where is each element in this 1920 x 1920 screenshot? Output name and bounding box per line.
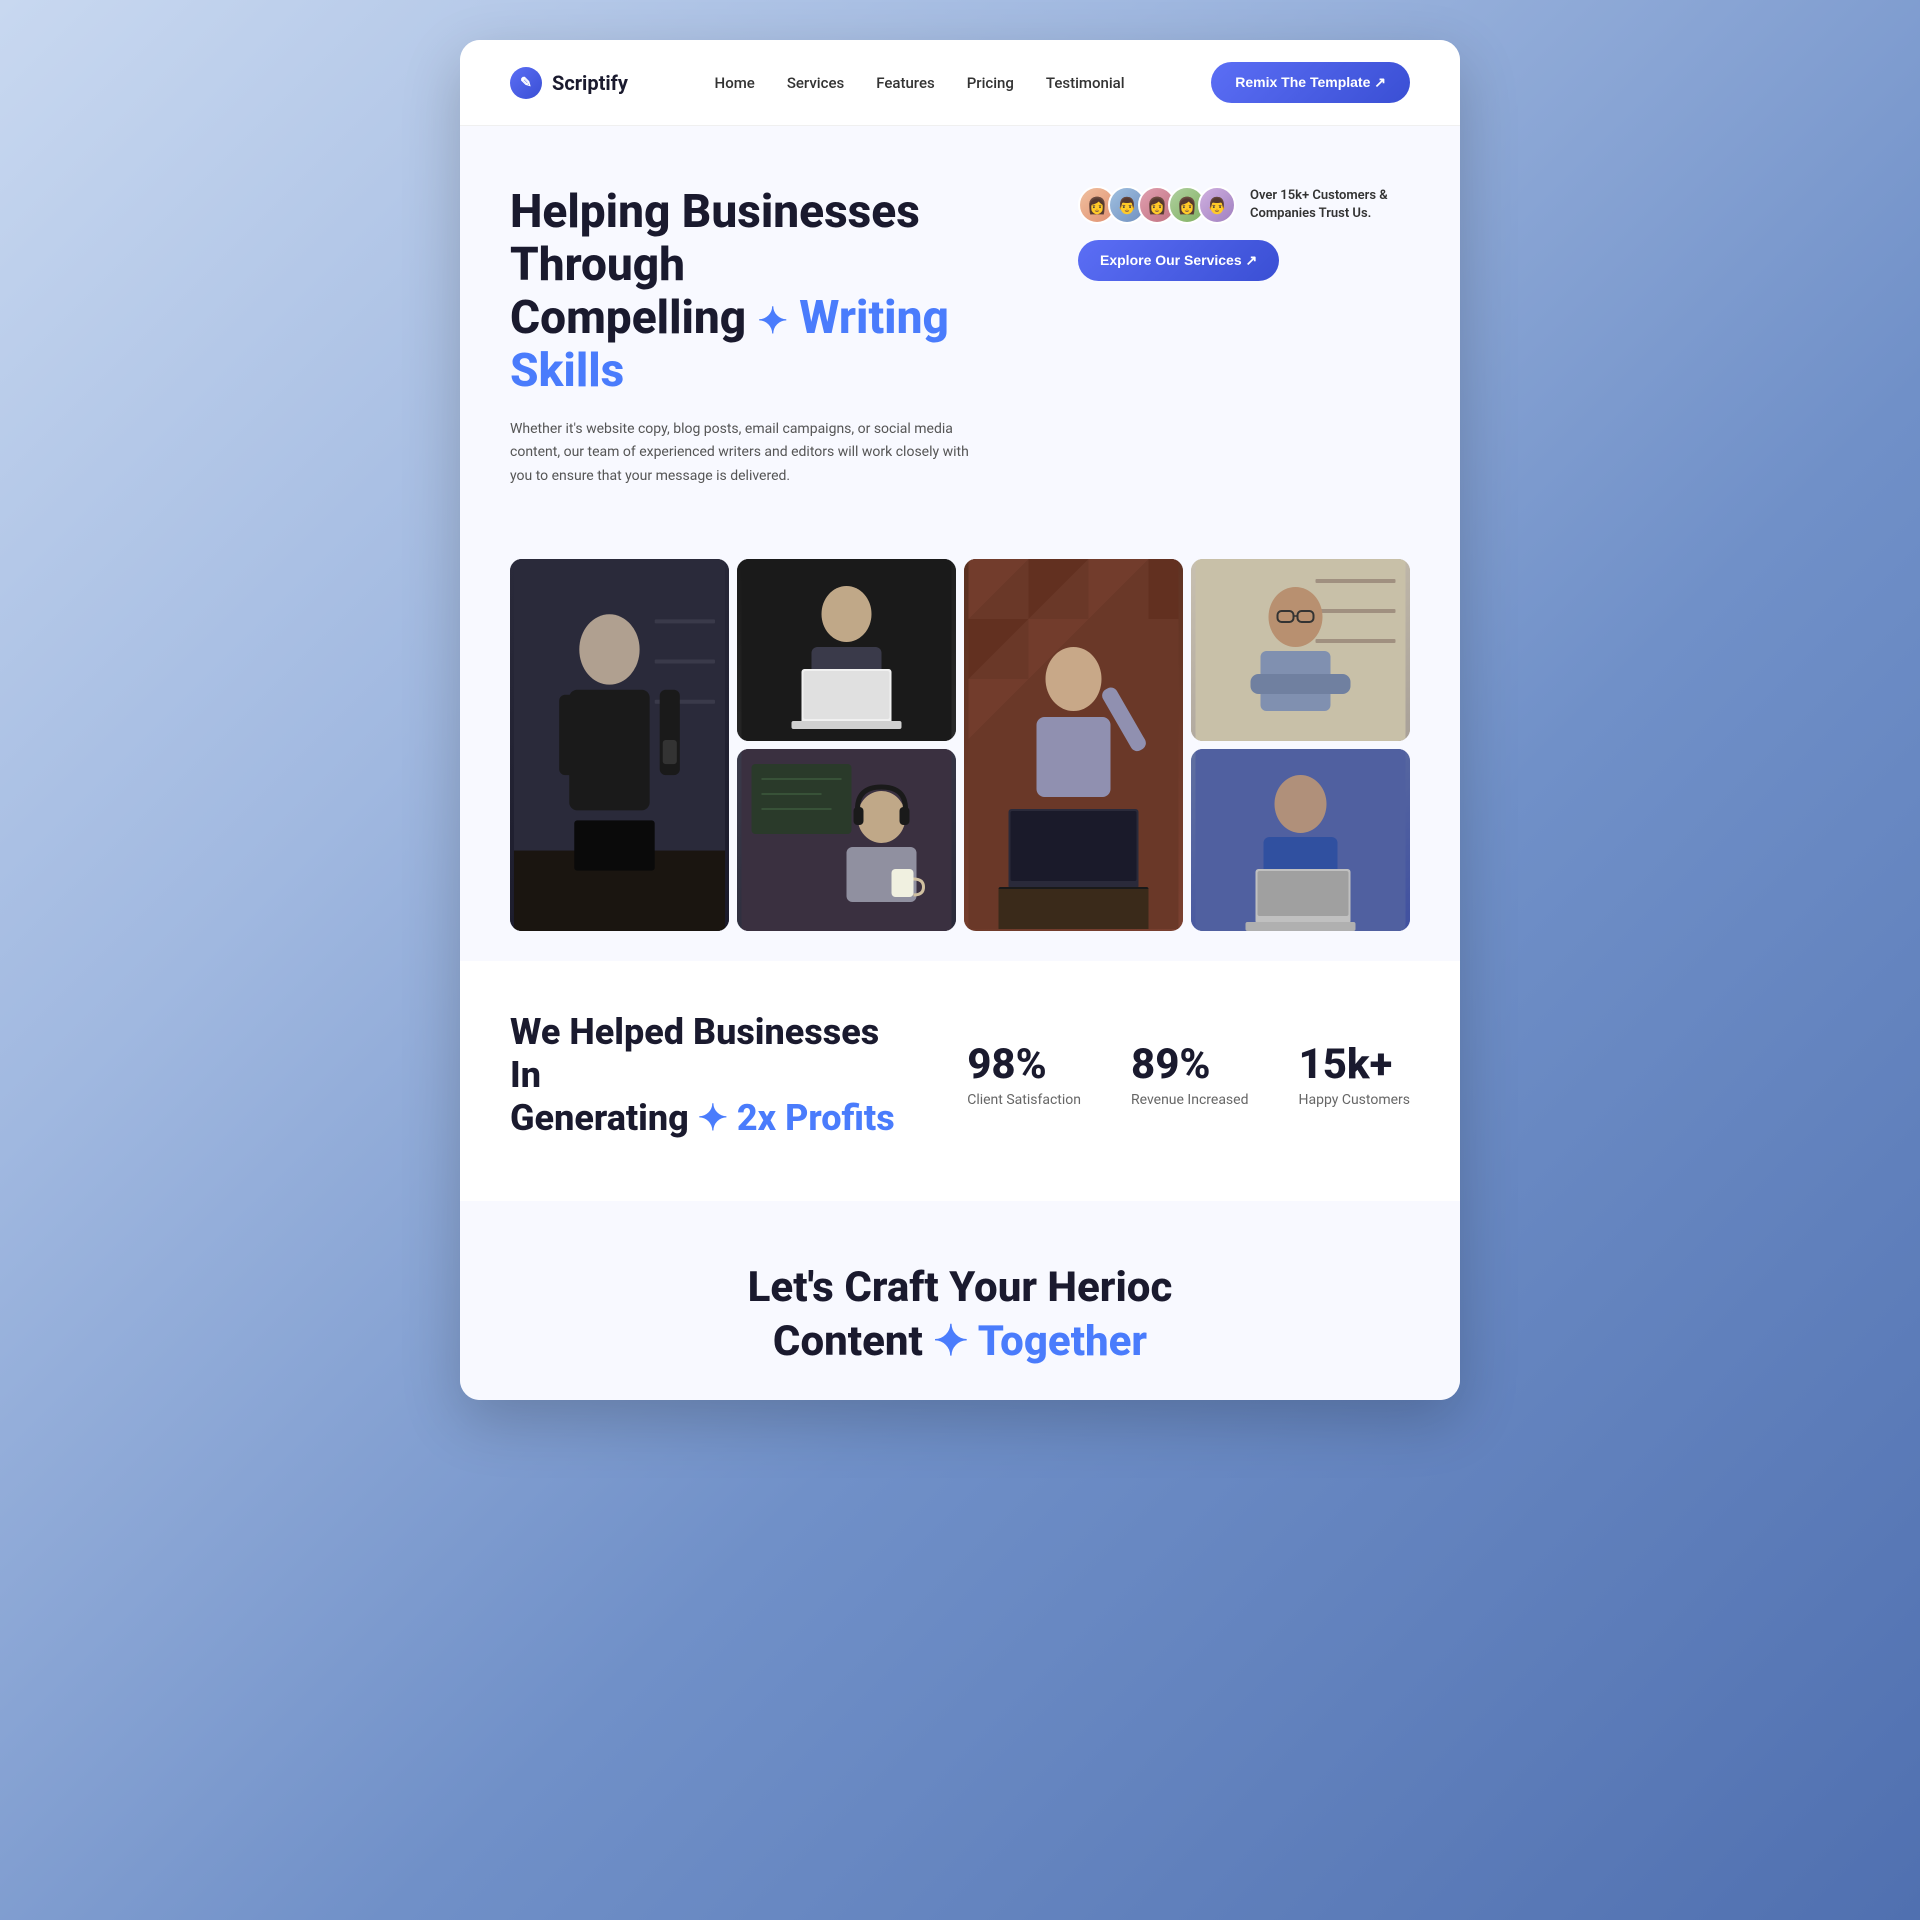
bottom-highlight: Together [978,1317,1147,1366]
hero-section: Helping Businesses Through Compelling ✦ … [460,126,1460,529]
stats-left: We Helped Businesses In Generating ✦ 2x … [510,1011,907,1141]
brand-icon: ✎ [510,67,542,99]
image-5 [737,749,956,931]
hero-top: Helping Businesses Through Compelling ✦ … [510,186,1410,489]
explore-label: Explore Our Services ↗ [1100,252,1257,269]
nav-features[interactable]: Features [876,74,934,92]
nav-pricing[interactable]: Pricing [967,74,1014,92]
hero-title-line1: Helping Businesses Through [510,185,920,292]
hero-description: Whether it's website copy, blog posts, e… [510,418,990,489]
bottom-title: Let's Craft Your Herioc Content ✦ Togeth… [510,1261,1410,1370]
stats-sparkle: ✦ [698,1097,728,1139]
nav-services[interactable]: Services [787,74,844,92]
bottom-section: Let's Craft Your Herioc Content ✦ Togeth… [460,1201,1460,1400]
stats-title-plain: Generating [510,1097,689,1139]
nav-testimonial[interactable]: Testimonial [1046,74,1125,92]
stats-right: 98% Client Satisfaction 89% Revenue Incr… [967,1044,1410,1108]
image-4 [1191,559,1410,741]
bottom-title-plain: Content [773,1317,923,1366]
stat-label-3: Happy Customers [1298,1092,1410,1108]
avatar-5: 👨 [1198,186,1236,224]
nav-home[interactable]: Home [715,74,755,92]
stat-value-3: 15k+ [1298,1044,1410,1086]
stat-label-2: Revenue Increased [1131,1092,1249,1108]
avatars-group: 👩 👨 👩 👩 👨 [1078,186,1236,224]
stat-value-1: 98% [967,1044,1081,1086]
hero-title-plain: Compelling [510,291,746,345]
bottom-sparkle: ✦ [933,1317,968,1366]
stats-title: We Helped Businesses In Generating ✦ 2x … [510,1011,907,1141]
trust-text: Over 15k+ Customers & Companies Trust Us… [1250,187,1410,223]
image-2 [737,559,956,741]
hero-text: Helping Businesses Through Compelling ✦ … [510,186,1038,489]
image-6 [1191,749,1410,931]
hero-right: 👩 👨 👩 👩 👨 Over 15k+ Customers & Companie… [1078,186,1410,281]
image-grid [510,559,1410,931]
brand-name: Scriptify [552,71,628,95]
stats-section: We Helped Businesses In Generating ✦ 2x … [460,961,1460,1201]
image-3 [964,559,1183,931]
page-wrapper: ✎ Scriptify Home Services Features Prici… [460,40,1460,1400]
stat-label-1: Client Satisfaction [967,1092,1081,1108]
trust-row: 👩 👨 👩 👩 👨 Over 15k+ Customers & Companie… [1078,186,1410,224]
stat-client-satisfaction: 98% Client Satisfaction [967,1044,1081,1108]
stats-highlight: 2x Profits [737,1097,895,1139]
bottom-title-line1: Let's Craft Your Herioc [748,1263,1173,1312]
navbar: ✎ Scriptify Home Services Features Prici… [460,40,1460,126]
hero-sparkle: ✦ [758,300,788,342]
stats-title-line1: We Helped Businesses In [510,1011,879,1096]
image-1 [510,559,729,931]
remix-template-button[interactable]: Remix The Template ↗ [1211,62,1410,103]
brand-logo[interactable]: ✎ Scriptify [510,67,628,99]
explore-services-button[interactable]: Explore Our Services ↗ [1078,240,1279,281]
stat-customers: 15k+ Happy Customers [1298,1044,1410,1108]
stat-revenue: 89% Revenue Increased [1131,1044,1249,1108]
remix-label: Remix The Template ↗ [1235,74,1386,91]
stat-value-2: 89% [1131,1044,1249,1086]
hero-title: Helping Businesses Through Compelling ✦ … [510,186,1038,398]
image-grid-section [460,529,1460,961]
nav-links: Home Services Features Pricing Testimoni… [715,73,1125,92]
